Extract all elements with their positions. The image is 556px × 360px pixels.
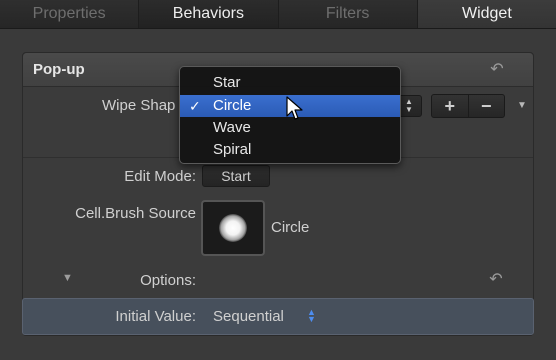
menu-item-spiral[interactable]: Spiral (180, 139, 400, 161)
tab-behaviors-label: Behaviors (172, 5, 244, 22)
options-disclosure-triangle-icon[interactable]: ▼ (62, 272, 73, 284)
tab-behaviors[interactable]: Behaviors (139, 0, 279, 28)
inspector-tab-bar: Properties Behaviors Filters Widget (0, 0, 556, 29)
edit-mode-label: Edit Mode: (124, 168, 196, 185)
tab-widget[interactable]: Widget (417, 0, 556, 28)
panel-title: Pop-up (33, 61, 85, 78)
more-options-chevron-down-icon[interactable]: ▼ (517, 100, 527, 111)
tab-properties[interactable]: Properties (0, 0, 140, 28)
options-label: Options: (140, 272, 196, 289)
brush-source-label: Cell.Brush Source (75, 205, 196, 222)
tab-filters[interactable]: Filters (278, 0, 418, 28)
circle-brush-thumbnail (219, 214, 247, 242)
menu-item-star[interactable]: Star (180, 72, 400, 94)
add-remove-control: + − (431, 94, 505, 118)
add-button[interactable]: + (432, 95, 468, 117)
initial-value-label: Initial Value: (115, 308, 196, 325)
reset-arrow-icon[interactable]: ↶ (489, 62, 505, 78)
menu-item-label: Spiral (213, 141, 252, 158)
updown-arrows-icon[interactable]: ▲ ▼ (307, 308, 316, 324)
tab-widget-label: Widget (461, 5, 512, 22)
menu-item-label: Circle (213, 97, 252, 114)
tab-properties-label: Properties (32, 5, 106, 22)
options-reset-arrow-icon[interactable]: ↶ (488, 272, 504, 288)
brush-source-value: Circle (271, 219, 310, 236)
edit-mode-start-button[interactable]: Start (202, 165, 270, 187)
remove-button[interactable]: − (467, 95, 505, 117)
menu-item-label: Star (213, 74, 241, 91)
mouse-pointer-icon (286, 96, 303, 120)
brush-source-image-well[interactable] (201, 200, 265, 256)
tab-filters-label: Filters (325, 5, 370, 22)
checkmark-icon: ✓ (189, 98, 201, 114)
initial-value-popup[interactable]: Sequential (213, 308, 284, 325)
menu-item-label: Wave (213, 119, 251, 136)
